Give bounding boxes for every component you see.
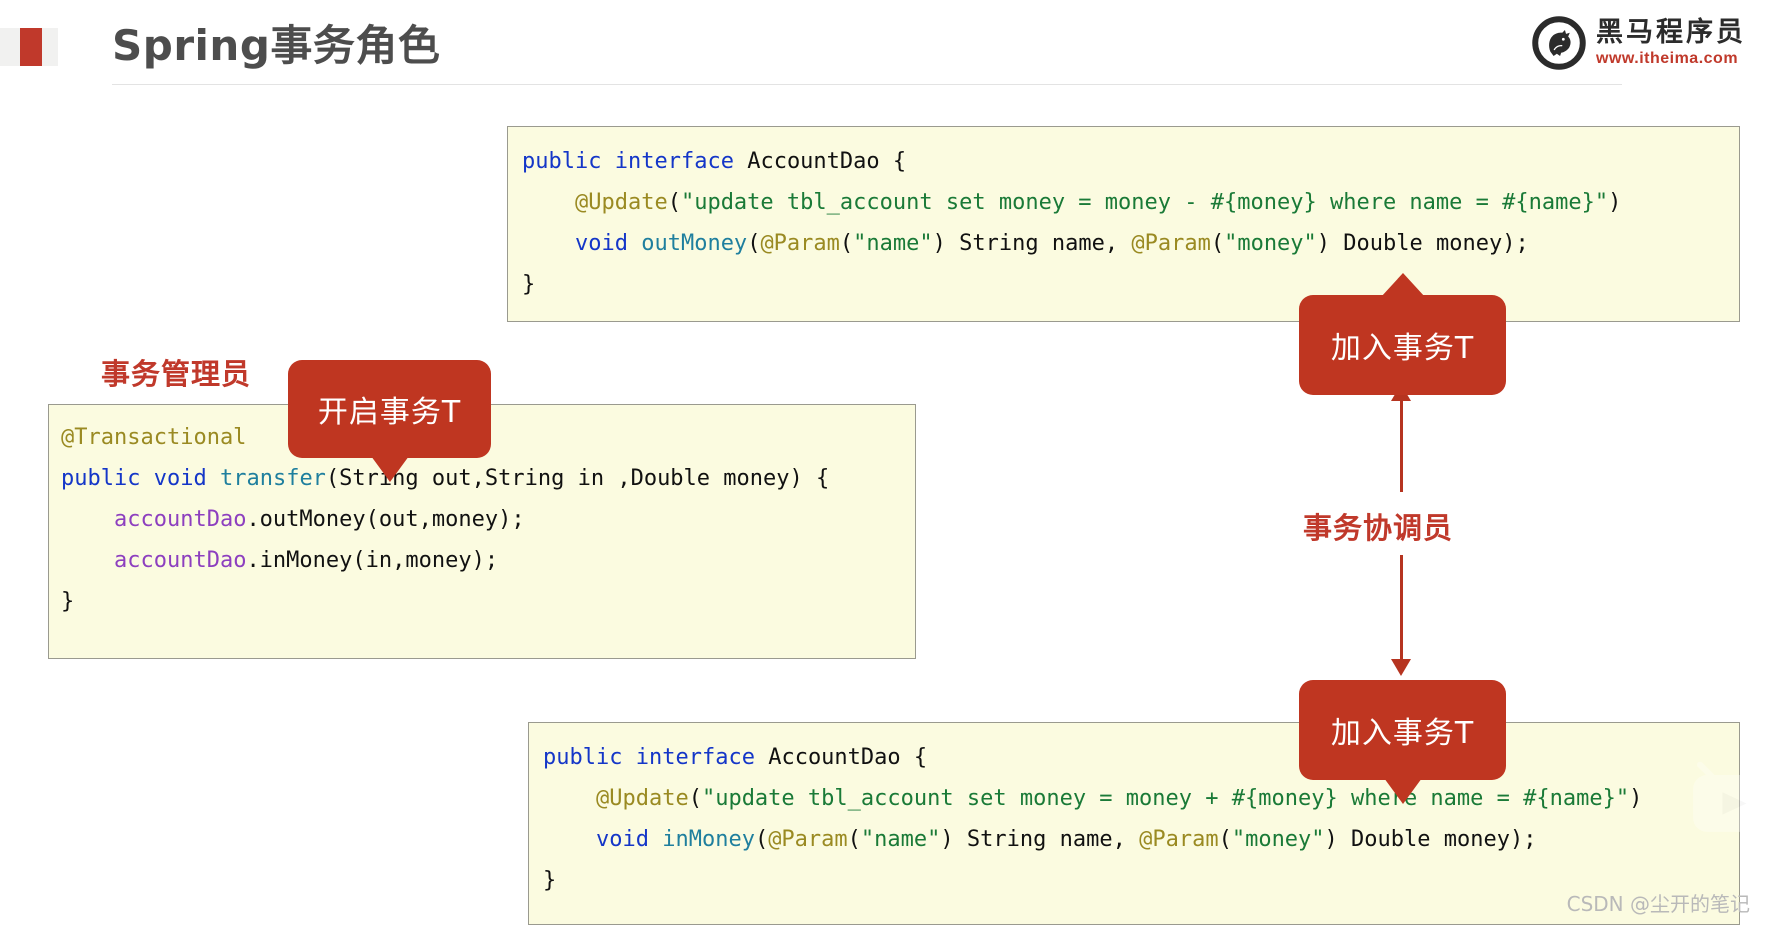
code-line: accountDao.outMoney(out,money);	[61, 507, 525, 532]
code-line: void outMoney(@Param("name") String name…	[522, 231, 1529, 256]
logo-url: www.itheima.com	[1596, 51, 1746, 67]
label-transaction-coordinator: 事务协调员	[1303, 505, 1453, 547]
code-block-accountdao-outmoney: public interface AccountDao { @Update("u…	[507, 126, 1740, 322]
tv-play-icon	[1688, 761, 1768, 839]
logo-brand-name: 黑马程序员	[1596, 19, 1746, 46]
callout-begin-transaction-label: 开启事务T	[318, 387, 461, 431]
code-line: public interface AccountDao {	[522, 149, 906, 174]
connector-line-down	[1400, 555, 1403, 665]
page-title: Spring事务角色	[112, 12, 440, 73]
code-line: }	[522, 272, 535, 297]
horse-circle-logo-icon	[1532, 16, 1586, 70]
callout-begin-transaction: 开启事务T	[288, 360, 491, 458]
connector-arrowhead-down	[1391, 659, 1411, 676]
logo-text-block: 黑马程序员 www.itheima.com	[1596, 19, 1746, 67]
connector-line-up	[1400, 400, 1403, 492]
callout-tail-down-icon	[371, 456, 409, 482]
code-block-accountdao-inmoney: public interface AccountDao { @Update("u…	[528, 722, 1740, 925]
code-line: public interface AccountDao {	[543, 745, 927, 770]
callout-join-transaction-top: 加入事务T	[1299, 295, 1506, 395]
label-transaction-manager: 事务管理员	[101, 351, 251, 393]
callout-tail-up-icon	[1381, 273, 1425, 297]
code-line: public void transfer(String out,String i…	[61, 466, 829, 491]
code-line: accountDao.inMoney(in,money);	[61, 548, 498, 573]
code-line: @Update("update tbl_account set money = …	[522, 190, 1621, 215]
code-line: void inMoney(@Param("name") String name,…	[543, 827, 1536, 852]
code-line: @Transactional	[61, 425, 246, 450]
callout-join-top-label: 加入事务T	[1331, 323, 1474, 367]
title-accent-bar-red	[20, 28, 42, 66]
title-divider	[112, 84, 1622, 85]
csdn-watermark: CSDN @尘开的笔记	[1567, 888, 1750, 917]
slide-header: Spring事务角色 黑马程序员 www.itheima.com	[0, 0, 1768, 88]
code-line: }	[543, 868, 556, 893]
brand-logo: 黑马程序员 www.itheima.com	[1532, 16, 1746, 70]
callout-join-transaction-bottom: 加入事务T	[1299, 680, 1506, 780]
code-line: @Update("update tbl_account set money = …	[543, 786, 1642, 811]
slide-root: Spring事务角色 黑马程序员 www.itheima.com public …	[0, 0, 1768, 927]
callout-join-bottom-label: 加入事务T	[1331, 708, 1474, 752]
callout-tail-down-icon-2	[1384, 778, 1422, 804]
code-line: }	[61, 589, 74, 614]
